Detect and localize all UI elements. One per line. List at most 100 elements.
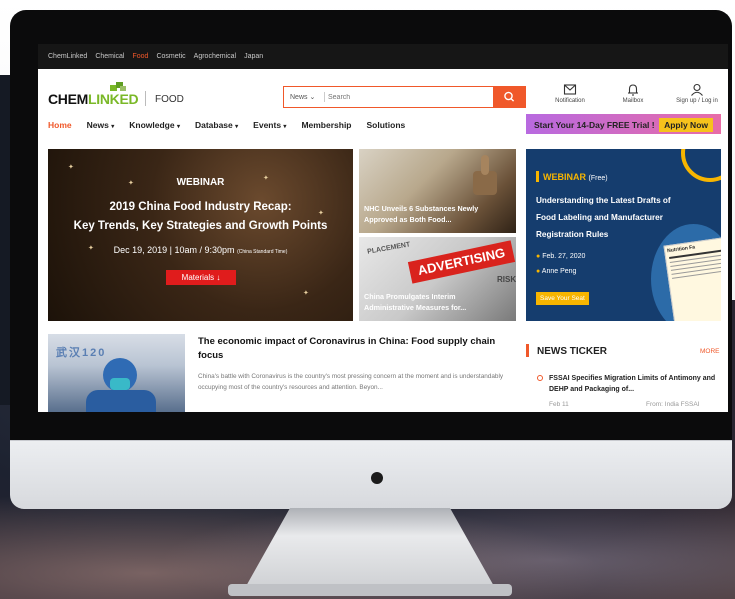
medic-body	[86, 390, 156, 412]
nav-membership[interactable]: Membership	[301, 120, 351, 130]
mailbox-button[interactable]: Mailbox	[611, 83, 655, 104]
webinar-title-line3: Registration Rules	[536, 230, 609, 239]
bullet-icon	[537, 375, 543, 381]
chevron-down-icon: ▾	[176, 123, 180, 130]
section-label: FOOD	[155, 94, 184, 105]
hero-tag: WEBINAR	[176, 177, 225, 188]
logo-chem: CHEM	[48, 91, 89, 107]
mailbox-label: Mailbox	[622, 98, 644, 104]
sparkle-icon: ✦	[68, 164, 74, 171]
nav-database-label: Database	[194, 119, 233, 130]
nav-events-label: Events	[253, 119, 282, 130]
card-caption-line2: Administrative Measures for...	[364, 303, 467, 312]
nav-news-label: News	[86, 119, 109, 130]
news-card-advertising[interactable]: ADVERTISING PLACEMENT RISK China Promulg…	[359, 237, 516, 321]
hero-webinar-banner[interactable]: ✦ ✦ ✦ ✦ ✦ ✦ WEBINAR 2019 China Food Indu…	[48, 149, 353, 321]
signup-label: Sign up / Log in	[676, 98, 718, 104]
signup-login-button[interactable]: Sign up / Log in	[668, 83, 726, 104]
search-divider	[324, 92, 325, 102]
webinar-label: WEBINAR (Free)	[543, 172, 608, 182]
arrow-down-icon: ↓	[216, 273, 221, 282]
webinar-speaker: ● Anne Peng	[536, 268, 576, 275]
risk-word: RISK	[497, 275, 516, 284]
chevron-down-icon: ▾	[235, 123, 239, 130]
news-card-nhc[interactable]: NHC Unveils 6 Substances Newly Approved …	[359, 149, 516, 233]
decorative-ring	[681, 149, 721, 182]
webinar-promo[interactable]: WEBINAR (Free) Understanding the Latest …	[526, 149, 721, 321]
chevron-down-icon: ⌄	[309, 94, 316, 101]
news-ticker-heading: NEWS TICKER	[537, 346, 607, 357]
search-icon	[504, 91, 515, 102]
nav-home[interactable]: Home	[48, 120, 72, 130]
search-category-label: News	[290, 94, 308, 101]
ticker-item-title[interactable]: FSSAI Specifies Migration Limits of Anti…	[549, 373, 719, 395]
article-excerpt: China's battle with Coronavirus is the c…	[198, 373, 504, 391]
search-input[interactable]	[328, 90, 478, 104]
ticker-item-source: From: India FSSAI	[646, 401, 700, 408]
hero-timezone: (China Standard Time)	[237, 249, 288, 255]
nav-knowledge-label: Knowledge	[129, 119, 175, 130]
hero-date: Dec 19, 2019 | 10am / 9:30pm (China Stan…	[48, 245, 353, 255]
save-your-seat-button[interactable]: Save Your Seat	[536, 292, 589, 305]
article-title[interactable]: The economic impact of Coronavirus in Ch…	[198, 335, 518, 363]
chevron-down-icon: ▾	[283, 123, 287, 130]
webinar-date: ● Feb. 27, 2020	[536, 253, 585, 260]
nav-knowledge[interactable]: Knowledge ▾	[129, 120, 180, 130]
webinar-title-line2: Food Labeling and Manufacturer	[536, 213, 663, 222]
site-link-food[interactable]: Food	[133, 53, 149, 60]
nav-database[interactable]: Database ▾	[195, 120, 238, 130]
webinar-free: (Free)	[588, 175, 608, 182]
webinar-date-text: Feb. 27, 2020	[542, 253, 586, 260]
face-mask	[110, 378, 130, 390]
trial-text: Start Your 14-Day FREE Trial !	[534, 120, 655, 130]
monitor-camera-dot	[371, 472, 383, 484]
nav-news[interactable]: News ▾	[87, 120, 115, 130]
website-screen: ChemLinked Chemical Food Cosmetic Agroch…	[38, 44, 728, 412]
site-logo[interactable]: CHEMLINKED	[48, 91, 139, 107]
search-category-select[interactable]: News ⌄	[290, 93, 315, 101]
card-caption-line2: Approved as Both Food...	[364, 215, 452, 224]
user-icon	[691, 83, 703, 96]
nav-solutions[interactable]: Solutions	[367, 120, 406, 130]
main-nav: Home News ▾ Knowledge ▾ Database ▾ Event…	[38, 112, 728, 137]
advertising-sign-text: ADVERTISING	[416, 244, 507, 279]
nav-events[interactable]: Events ▾	[253, 120, 286, 130]
sparkle-icon: ✦	[303, 290, 309, 297]
notification-button[interactable]: Notification	[546, 83, 594, 104]
more-link[interactable]: MORE	[700, 348, 720, 355]
materials-button[interactable]: Materials ↓	[166, 270, 236, 285]
site-link-chemlinked[interactable]: ChemLinked	[48, 53, 87, 60]
person-icon: ●	[536, 268, 541, 275]
materials-label: Materials	[181, 273, 215, 282]
hero-date-text: Dec 19, 2019 | 10am / 9:30pm	[113, 245, 235, 255]
site-link-chemical[interactable]: Chemical	[95, 53, 124, 60]
hero-title-line1: 2019 China Food Industry Recap:	[109, 201, 292, 213]
site-header: CHEMLINKED FOOD News ⌄ Notification	[38, 69, 728, 112]
hero-title-line2: Key Trends, Key Strategies and Growth Po…	[73, 220, 328, 232]
card-caption-line1: China Promulgates Interim	[364, 292, 456, 301]
search-button[interactable]	[493, 86, 526, 108]
webinar-speaker-text: Anne Peng	[541, 268, 577, 275]
bell-icon	[628, 84, 638, 96]
ambulance-text: 武汉120	[56, 347, 107, 359]
logo-linked: LINKED	[88, 91, 139, 107]
article-thumbnail[interactable]: 武汉120	[48, 334, 185, 412]
free-trial-banner[interactable]: Start Your 14-Day FREE Trial ! Apply Now	[526, 114, 721, 134]
monitor-stand-base	[228, 584, 512, 596]
apply-now-button[interactable]: Apply Now	[659, 118, 713, 132]
envelope-icon	[563, 84, 577, 95]
site-link-japan[interactable]: Japan	[244, 53, 263, 60]
ticker-accent-bar	[526, 344, 529, 357]
site-link-agrochemical[interactable]: Agrochemical	[194, 53, 236, 60]
mortar-pestle-icon	[473, 155, 497, 195]
placement-word: PLACEMENT	[366, 241, 411, 256]
clock-icon: ●	[536, 253, 541, 260]
search-bar: News ⌄	[283, 86, 526, 108]
site-switcher-bar: ChemLinked Chemical Food Cosmetic Agroch…	[38, 44, 728, 69]
webinar-accent-bar	[536, 171, 539, 182]
card-caption-line1: NHC Unveils 6 Substances Newly	[364, 204, 479, 213]
chevron-down-icon: ▾	[111, 123, 115, 130]
logo-divider	[145, 91, 146, 106]
ticker-item-date: Feb 11	[549, 401, 569, 408]
site-link-cosmetic[interactable]: Cosmetic	[156, 53, 185, 60]
